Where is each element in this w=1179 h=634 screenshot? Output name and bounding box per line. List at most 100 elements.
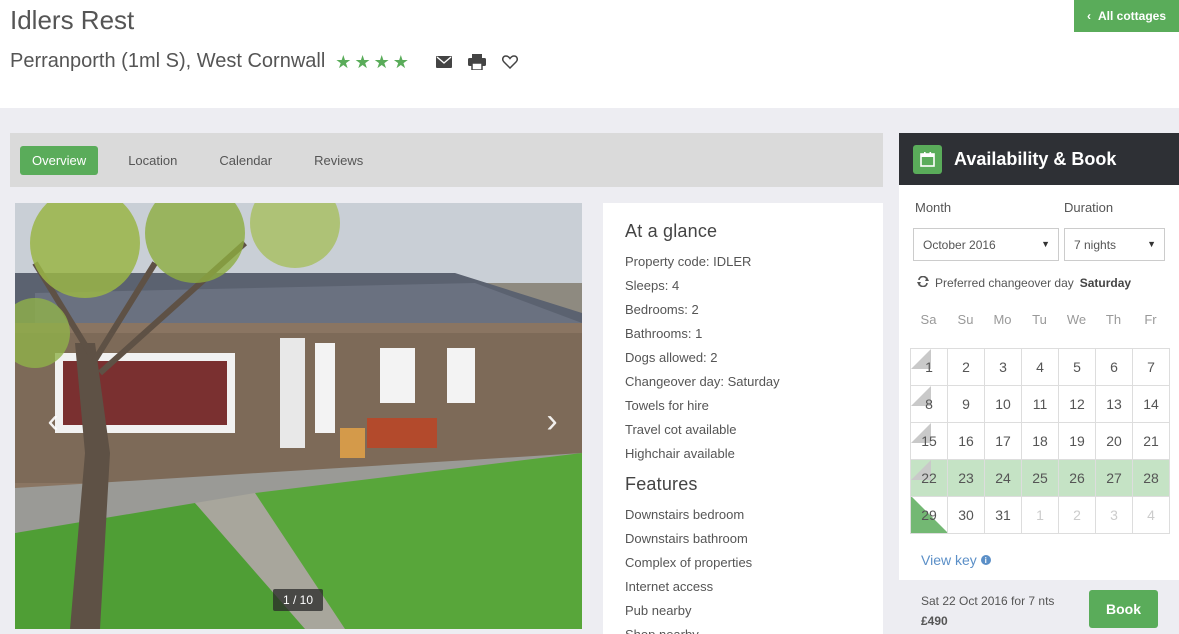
calendar-day-selected[interactable]: 27 (1096, 460, 1133, 497)
month-value: October 2016 (923, 237, 996, 252)
star-icon: ★ (335, 51, 352, 72)
calendar-day[interactable]: 17 (985, 423, 1022, 460)
tab-overview[interactable]: Overview (20, 145, 99, 175)
calendar-day[interactable]: 9 (948, 386, 985, 423)
photo-counter: 1 / 10 (273, 589, 323, 611)
availability-header: Availability & Book (899, 133, 1179, 185)
month-select[interactable]: October 2016 ▼ (913, 228, 1059, 261)
calendar-day[interactable]: 21 (1133, 423, 1170, 460)
all-cottages-label: All cottages (1097, 9, 1166, 23)
glance-list: Property code: IDLER Sleeps: 4 Bedrooms:… (625, 250, 861, 466)
glance-item: Highchair available (625, 446, 735, 461)
weekday-label: Sa (920, 312, 937, 327)
calendar-day-next-month: 4 (1133, 497, 1170, 534)
weekday-header: Sa Su Mo Tu We Th Fr (910, 312, 1169, 327)
calendar-week: 15 16 17 18 19 20 21 (911, 423, 1170, 460)
heart-icon[interactable] (502, 55, 518, 69)
tab-reviews[interactable]: Reviews (302, 146, 375, 175)
booking-summary: Sat 22 Oct 2016 for 7 nts £490 Book (899, 580, 1179, 634)
cottage-photo (15, 203, 582, 629)
glance-item: Bedrooms: 2 (625, 302, 699, 317)
calendar-day[interactable]: 1 (911, 349, 948, 386)
calendar-day[interactable]: 15 (911, 423, 948, 460)
changeover-text: Preferred changeover day (935, 276, 1074, 290)
calendar-day[interactable]: 5 (1059, 349, 1096, 386)
tab-calendar[interactable]: Calendar (207, 146, 284, 175)
month-label: Month (915, 200, 952, 215)
calendar-day[interactable]: 13 (1096, 386, 1133, 423)
calendar-day[interactable]: 4 (1022, 349, 1059, 386)
features-list: Downstairs bedroom Downstairs bathroom C… (625, 503, 861, 634)
calendar-week: 29 30 31 1 2 3 4 (911, 497, 1170, 534)
gallery-next-button[interactable]: › (540, 402, 564, 440)
tab-location[interactable]: Location (116, 146, 189, 175)
calendar-day[interactable]: 6 (1096, 349, 1133, 386)
weekday-label: We (1066, 312, 1087, 327)
calendar-day-selected[interactable]: 29 (911, 497, 948, 534)
calendar-day[interactable]: 3 (985, 349, 1022, 386)
caret-down-icon: ▼ (1147, 239, 1156, 249)
caret-down-icon: ▼ (1041, 239, 1050, 249)
calendar-day[interactable]: 31 (985, 497, 1022, 534)
calendar-day[interactable]: 8 (911, 386, 948, 423)
feature-item: Pub nearby (625, 603, 692, 618)
booking-summary-text: Sat 22 Oct 2016 for 7 nts £490 (921, 591, 1054, 631)
gallery-prev-button[interactable]: ‹ (41, 402, 65, 440)
changeover-day: Saturday (1079, 276, 1132, 290)
weekday-label: Tu (1032, 312, 1047, 327)
glance-item: Travel cot available (625, 422, 737, 437)
view-key-link[interactable]: View key i (921, 552, 991, 568)
glance-item: Sleeps: 4 (625, 278, 680, 293)
booking-dates: Sat 22 Oct 2016 for 7 nts (921, 594, 1055, 608)
calendar-icon (913, 144, 942, 174)
calendar-day[interactable]: 12 (1059, 386, 1096, 423)
calendar-day[interactable]: 7 (1133, 349, 1170, 386)
calendar-day-selected[interactable]: 24 (985, 460, 1022, 497)
calendar-day-next-month: 1 (1022, 497, 1059, 534)
calendar-day-selected[interactable]: 26 (1059, 460, 1096, 497)
weekday-label: Fr (1144, 312, 1157, 327)
envelope-icon[interactable] (436, 56, 452, 68)
star-icon: ★ (373, 51, 390, 72)
calendar-day-selected[interactable]: 25 (1022, 460, 1059, 497)
calendar-week: 1 2 3 4 5 6 7 (911, 349, 1170, 386)
share-actions (436, 54, 518, 70)
feature-item: Complex of properties (625, 555, 753, 570)
calendar-day[interactable]: 2 (948, 349, 985, 386)
calendar-day-selected[interactable]: 23 (948, 460, 985, 497)
duration-select[interactable]: 7 nights ▼ (1064, 228, 1165, 261)
calendar-day[interactable]: 14 (1133, 386, 1170, 423)
feature-item: Internet access (625, 579, 714, 594)
property-title: Idlers Rest (10, 5, 135, 35)
property-subtitle: Perranporth (1ml S), West Cornwall (10, 50, 326, 72)
availability-title: Availability & Book (954, 148, 1117, 169)
star-icon: ★ (392, 51, 409, 72)
calendar-day[interactable]: 19 (1059, 423, 1096, 460)
weekday-label: Mo (993, 312, 1012, 327)
calendar-day[interactable]: 18 (1022, 423, 1059, 460)
calendar-day-next-month: 2 (1059, 497, 1096, 534)
book-button[interactable]: Book (1089, 590, 1158, 628)
star-icon: ★ (354, 51, 371, 72)
property-location: Perranporth (1ml S), West Cornwall ★ ★ ★… (10, 50, 409, 73)
star-rating: ★ ★ ★ ★ (335, 53, 409, 71)
calendar-day-selected[interactable]: 22 (911, 460, 948, 497)
photo-gallery[interactable]: ‹ › 1 / 10 (15, 203, 582, 629)
availability-panel: Availability & Book Month Duration Octob… (899, 133, 1179, 634)
calendar-day[interactable]: 16 (948, 423, 985, 460)
glance-item: Dogs allowed: 2 (625, 350, 718, 365)
duration-label: Duration (1064, 200, 1114, 215)
property-header: Idlers Rest Perranporth (1ml S), West Co… (0, 0, 1179, 108)
calendar-day[interactable]: 30 (948, 497, 985, 534)
calendar-day-selected[interactable]: 28 (1133, 460, 1170, 497)
calendar-day[interactable]: 11 (1022, 386, 1059, 423)
weekday-label: Su (957, 312, 974, 327)
duration-value: 7 nights (1074, 237, 1117, 252)
calendar-day[interactable]: 20 (1096, 423, 1133, 460)
changeover-note: Preferred changeover day Saturday (917, 275, 1132, 290)
view-key-label: View key (921, 552, 977, 568)
printer-icon[interactable] (468, 54, 486, 70)
all-cottages-button[interactable]: ‹ All cottages (1074, 0, 1179, 32)
calendar-day[interactable]: 10 (985, 386, 1022, 423)
swap-icon (917, 275, 929, 290)
